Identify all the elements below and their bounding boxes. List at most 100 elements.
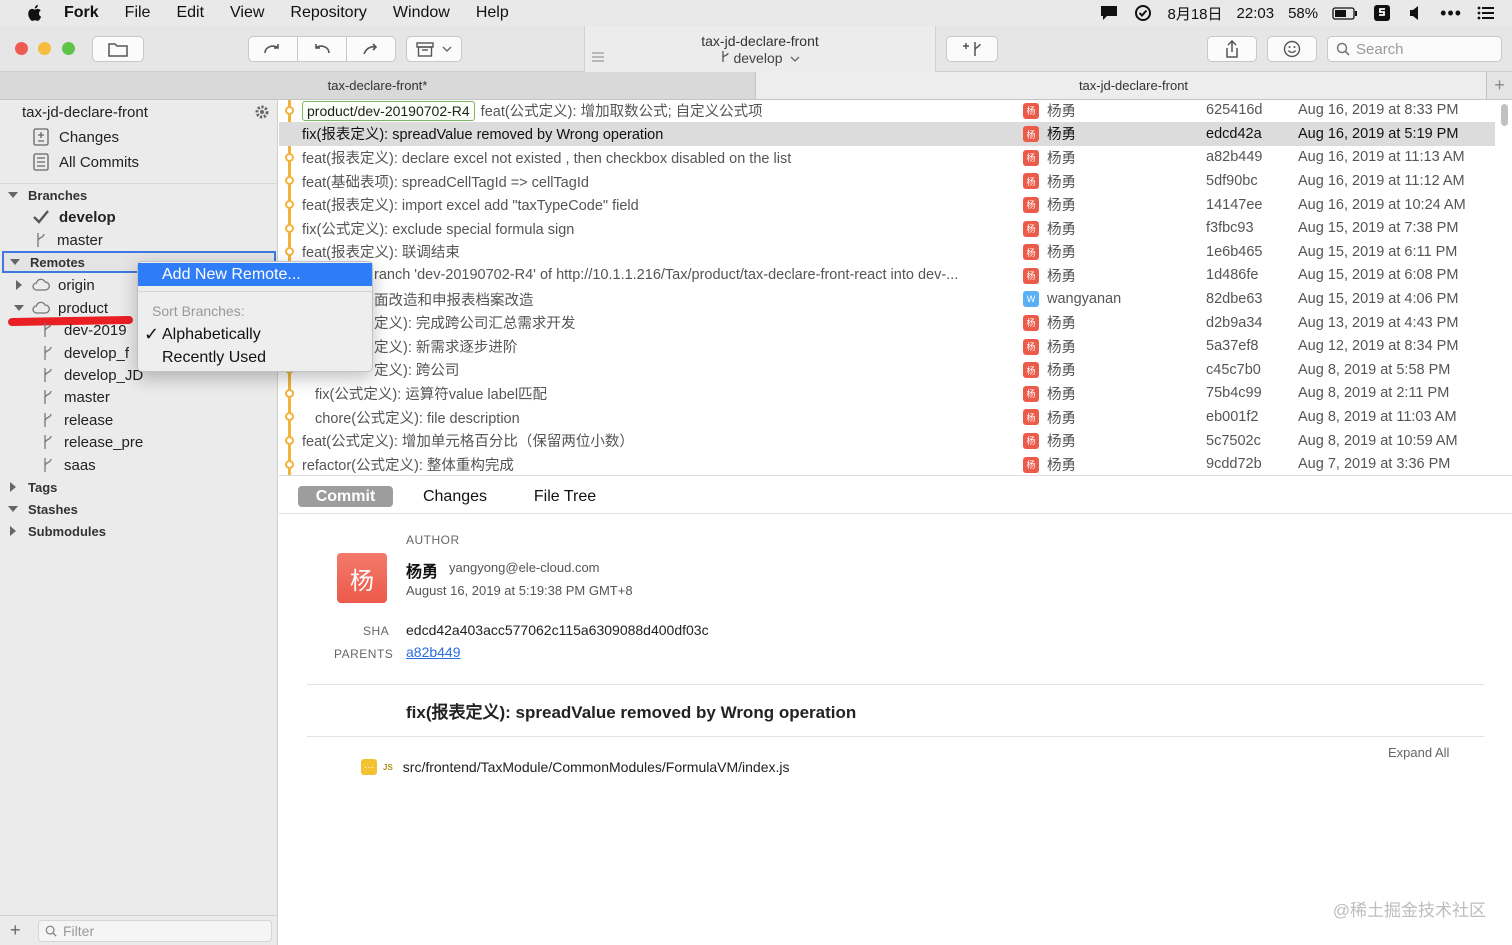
tab-file-tree[interactable]: File Tree xyxy=(524,486,606,507)
fetch-button[interactable] xyxy=(248,36,298,62)
menu-file[interactable]: File xyxy=(125,4,151,22)
commit-row[interactable]: 定义): 完成跨公司汇总需求开发 杨杨勇 d2b9a34 Aug 13, 2019 a… xyxy=(279,311,1495,335)
scrollbar-thumb[interactable] xyxy=(1501,104,1508,126)
disclosure-open-icon[interactable] xyxy=(10,257,20,267)
list-icon[interactable] xyxy=(1476,4,1496,22)
pull-button[interactable] xyxy=(297,36,347,62)
menu-app-name[interactable]: Fork xyxy=(64,4,99,22)
add-icon[interactable]: + xyxy=(10,920,30,941)
sidebar-item-changes[interactable]: Changes xyxy=(0,126,278,148)
menu-repository[interactable]: Repository xyxy=(290,4,366,22)
commit-row[interactable]: 定义): 跨公司 杨杨勇 c45c7b0 Aug 8, 2019 at 5:58 PM xyxy=(279,358,1495,382)
tab-changes[interactable]: Changes xyxy=(415,486,495,507)
branch-tag-label[interactable]: product/dev-20190702-R4 xyxy=(302,100,475,121)
push-button[interactable] xyxy=(346,36,396,62)
commit-row[interactable]: feat(公式定义): 增加单元格百分比（保留两位小数） 杨杨勇 5c7502c Au… xyxy=(279,429,1495,453)
battery-icon[interactable] xyxy=(1332,4,1358,22)
menu-edit[interactable]: Edit xyxy=(176,4,204,22)
commit-message-text: feat(报表定义): 联调结束 xyxy=(302,245,460,262)
menu-help[interactable]: Help xyxy=(476,4,509,22)
commit-row[interactable]: feat(报表定义): import excel add "taxTypeCod… xyxy=(279,193,1495,217)
sha-label: SHA xyxy=(363,624,390,638)
commit-row[interactable]: feat(报表定义): declare excel not existed , … xyxy=(279,146,1495,170)
commit-row[interactable]: refactor(公式定义): 整体重构完成 杨杨勇 9cdd72b Aug 7, 2… xyxy=(279,453,1495,476)
status-time[interactable]: 22:03 xyxy=(1237,5,1275,22)
menu-window[interactable]: Window xyxy=(393,4,450,22)
minimize-window-button[interactable] xyxy=(38,42,51,55)
emoji-button[interactable] xyxy=(1267,36,1317,62)
author-email[interactable]: yangyong@ele-cloud.com xyxy=(449,560,600,575)
branch-icon xyxy=(721,51,729,62)
sogou-input-icon[interactable] xyxy=(1372,4,1392,22)
disclosure-closed-icon[interactable] xyxy=(14,280,24,290)
chevron-down-icon xyxy=(790,56,800,62)
search-box[interactable] xyxy=(1327,36,1502,62)
disclosure-closed-icon[interactable] xyxy=(8,526,18,536)
sidebar-section-submodules[interactable]: Submodules xyxy=(0,520,278,542)
disclosure-open-icon[interactable] xyxy=(14,303,24,313)
add-tab-button[interactable]: + xyxy=(1486,72,1512,99)
gear-icon[interactable] xyxy=(254,104,270,120)
sidebar-section-tags[interactable]: Tags xyxy=(0,476,278,498)
sha-value[interactable]: edcd42a403acc577062c115a6309088d400df03c xyxy=(406,622,709,638)
status-date[interactable]: 8月18日 xyxy=(1167,3,1222,24)
tab-tax-declare-front[interactable]: tax-declare-front* xyxy=(0,72,756,99)
menu-item-add-new-remote[interactable]: Add New Remote... xyxy=(138,263,372,286)
commit-row[interactable]: fix(公式定义): exclude special formula sign 杨… xyxy=(279,217,1495,241)
more-icon[interactable]: ••• xyxy=(1440,3,1462,24)
commit-row[interactable]: product/dev-20190702-R4 feat(公式定义): 增加取数公… xyxy=(279,100,1495,122)
commit-row[interactable]: feat(报表定义): 联调结束 杨杨勇 1e6b465 Aug 15, 2019 a… xyxy=(279,240,1495,264)
stash-button[interactable] xyxy=(406,36,462,62)
fetch-icon xyxy=(264,44,279,54)
commit-row[interactable]: ranch 'dev-20190702-R4' of http://10.1.1… xyxy=(279,264,1495,288)
commit-message: feat(报表定义): import excel add "taxTypeCod… xyxy=(302,194,1009,215)
zoom-window-button[interactable] xyxy=(62,42,75,55)
menu-item-alphabetically[interactable]: ✓ Alphabetically xyxy=(138,323,372,346)
commit-sha: c45c7b0 xyxy=(1206,361,1261,378)
search-input[interactable] xyxy=(1356,40,1496,58)
sidebar-item-all-commits[interactable]: All Commits xyxy=(0,151,278,173)
author-avatar: W xyxy=(1023,291,1039,308)
commit-row[interactable]: fix(报表定义): spreadValue removed by Wrong … xyxy=(279,122,1495,146)
sidebar-section-branches[interactable]: Branches xyxy=(0,184,278,206)
commit-row[interactable]: fix(公式定义): 运算符value label匹配 杨杨勇 75b4c99 Aug… xyxy=(279,382,1495,406)
current-branch-selector[interactable]: develop xyxy=(585,50,935,66)
apple-icon[interactable] xyxy=(24,2,46,24)
share-button[interactable] xyxy=(1207,36,1257,62)
checkmark-circle-icon[interactable] xyxy=(1133,4,1153,22)
commit-row[interactable]: 面改造和申报表档案改造 Wwangyanan 82dbe63 Aug 15, 2019… xyxy=(279,287,1495,311)
menu-view[interactable]: View xyxy=(230,4,264,22)
merge-branch-button[interactable] xyxy=(946,36,998,62)
open-repository-button[interactable] xyxy=(92,36,144,62)
sidebar-remote-branch[interactable]: release xyxy=(0,409,278,431)
tab-tax-jd-declare-front[interactable]: tax-jd-declare-front xyxy=(756,72,1512,99)
sidebar-remote-branch[interactable]: saas xyxy=(0,454,278,476)
parent-commit-link[interactable]: a82b449 xyxy=(406,644,461,660)
tab-commit[interactable]: Commit xyxy=(298,486,393,507)
filter-input[interactable] xyxy=(63,922,263,939)
menu-item-recently-used[interactable]: Recently Used xyxy=(138,346,372,369)
sidebar-section-stashes[interactable]: Stashes xyxy=(0,498,278,520)
commit-author: 杨勇 xyxy=(1047,174,1076,191)
disclosure-open-icon[interactable] xyxy=(8,190,18,200)
filter-box[interactable] xyxy=(38,919,272,942)
close-window-button[interactable] xyxy=(15,42,28,55)
commit-row[interactable]: chore(公式定义): file description 杨杨勇 eb001f2 A… xyxy=(279,405,1495,429)
sidebar-branch-master[interactable]: master xyxy=(0,229,278,251)
sidebar-branch-develop[interactable]: develop xyxy=(0,206,278,228)
repository-title-area[interactable]: tax-jd-declare-front develop xyxy=(584,26,936,72)
commit-row[interactable]: feat(基础表项): spreadCellTagId => cellTagId… xyxy=(279,169,1495,193)
disclosure-open-icon[interactable] xyxy=(8,504,18,514)
battery-percent[interactable]: 58% xyxy=(1288,5,1318,22)
message-icon[interactable] xyxy=(1099,4,1119,22)
sidebar-remote-branch[interactable]: master xyxy=(0,386,278,408)
volume-icon[interactable] xyxy=(1406,4,1426,22)
disclosure-closed-icon[interactable] xyxy=(8,482,18,492)
sidebar-remote-branch[interactable]: release_pre xyxy=(0,431,278,453)
watermark: @稀土掘金技术社区 xyxy=(1332,901,1486,920)
commit-message-text: 定义): 新需求逐步进阶 xyxy=(374,339,518,356)
changed-file-row[interactable]: ··· JS src/frontend/TaxModule/CommonModu… xyxy=(361,759,790,775)
expand-all-button[interactable]: Expand All xyxy=(1388,745,1449,760)
commit-row[interactable]: 定义): 新需求逐步进阶 杨杨勇 5a37ef8 Aug 12, 2019 at 8:… xyxy=(279,335,1495,359)
section-label: Submodules xyxy=(28,523,107,539)
